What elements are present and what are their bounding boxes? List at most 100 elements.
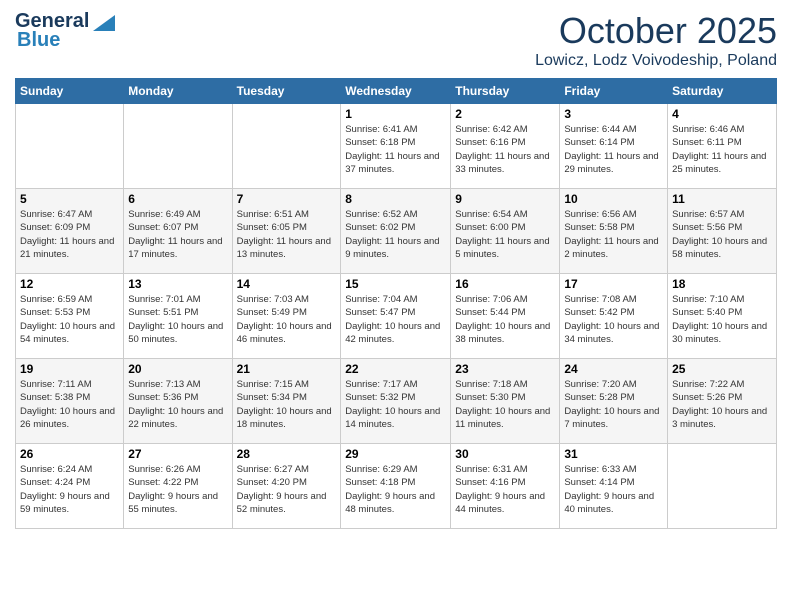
day-number: 15: [345, 277, 446, 291]
day-info: Sunrise: 7:08 AMSunset: 5:42 PMDaylight:…: [564, 293, 663, 346]
day-info: Sunrise: 6:54 AMSunset: 6:00 PMDaylight:…: [455, 208, 555, 261]
day-number: 3: [564, 107, 663, 121]
calendar-cell: 22 Sunrise: 7:17 AMSunset: 5:32 PMDayligh…: [341, 359, 451, 444]
calendar-cell: 12 Sunrise: 6:59 AMSunset: 5:53 PMDayligh…: [16, 274, 124, 359]
col-friday: Friday: [560, 79, 668, 104]
day-number: 8: [345, 192, 446, 206]
day-info: Sunrise: 6:26 AMSunset: 4:22 PMDaylight:…: [128, 463, 227, 516]
calendar-cell: 9 Sunrise: 6:54 AMSunset: 6:00 PMDaylight…: [451, 189, 560, 274]
calendar-week-row: 26Sunrise: 6:24 AMSunset: 4:24 PMDayligh…: [16, 444, 777, 529]
day-info: Sunrise: 7:03 AMSunset: 5:49 PMDaylight:…: [237, 293, 337, 346]
col-sunday: Sunday: [16, 79, 124, 104]
calendar-cell: 4 Sunrise: 6:46 AMSunset: 6:11 PMDaylight…: [668, 104, 777, 189]
day-info: Sunrise: 6:42 AMSunset: 6:16 PMDaylight:…: [455, 123, 555, 176]
day-number: 22: [345, 362, 446, 376]
calendar-cell: 18 Sunrise: 7:10 AMSunset: 5:40 PMDayligh…: [668, 274, 777, 359]
day-number: 2: [455, 107, 555, 121]
day-info: Sunrise: 7:04 AMSunset: 5:47 PMDaylight:…: [345, 293, 446, 346]
calendar-cell: 13 Sunrise: 7:01 AMSunset: 5:51 PMDayligh…: [124, 274, 232, 359]
day-info: Sunrise: 7:01 AMSunset: 5:51 PMDaylight:…: [128, 293, 227, 346]
logo: General Blue: [15, 10, 115, 52]
calendar-cell: 17Sunrise: 7:08 AMSunset: 5:42 PMDayligh…: [560, 274, 668, 359]
day-number: 18: [672, 277, 772, 291]
page: General Blue October 2025 Lowicz, Lodz V…: [0, 0, 792, 612]
calendar-cell: 28 Sunrise: 6:27 AMSunset: 4:20 PMDayligh…: [232, 444, 341, 529]
day-number: 13: [128, 277, 227, 291]
day-number: 11: [672, 192, 772, 206]
calendar-cell: 24Sunrise: 7:20 AMSunset: 5:28 PMDayligh…: [560, 359, 668, 444]
day-info: Sunrise: 6:41 AMSunset: 6:18 PMDaylight:…: [345, 123, 446, 176]
calendar-cell: 23 Sunrise: 7:18 AMSunset: 5:30 PMDayligh…: [451, 359, 560, 444]
calendar-cell: 20 Sunrise: 7:13 AMSunset: 5:36 PMDayligh…: [124, 359, 232, 444]
col-saturday: Saturday: [668, 79, 777, 104]
calendar-cell: 15 Sunrise: 7:04 AMSunset: 5:47 PMDayligh…: [341, 274, 451, 359]
day-number: 19: [20, 362, 119, 376]
logo-blue: Blue: [17, 29, 115, 52]
day-number: 5: [20, 192, 119, 206]
day-info: Sunrise: 6:57 AMSunset: 5:56 PMDaylight:…: [672, 208, 772, 261]
location: Lowicz, Lodz Voivodeship, Poland: [535, 52, 777, 70]
day-number: 4: [672, 107, 772, 121]
day-info: Sunrise: 6:59 AMSunset: 5:53 PMDaylight:…: [20, 293, 119, 346]
calendar-cell: 11 Sunrise: 6:57 AMSunset: 5:56 PMDayligh…: [668, 189, 777, 274]
calendar-cell: 2 Sunrise: 6:42 AMSunset: 6:16 PMDaylight…: [451, 104, 560, 189]
calendar-cell: 29Sunrise: 6:29 AMSunset: 4:18 PMDayligh…: [341, 444, 451, 529]
day-number: 20: [128, 362, 227, 376]
calendar-cell: 27 Sunrise: 6:26 AMSunset: 4:22 PMDayligh…: [124, 444, 232, 529]
day-info: Sunrise: 7:13 AMSunset: 5:36 PMDaylight:…: [128, 378, 227, 431]
calendar-week-row: 5 Sunrise: 6:47 AMSunset: 6:09 PMDaylight…: [16, 189, 777, 274]
calendar-cell: 7 Sunrise: 6:51 AMSunset: 6:05 PMDaylight…: [232, 189, 341, 274]
day-number: 21: [237, 362, 337, 376]
day-number: 12: [20, 277, 119, 291]
day-info: Sunrise: 7:18 AMSunset: 5:30 PMDaylight:…: [455, 378, 555, 431]
calendar-cell: 19 Sunrise: 7:11 AMSunset: 5:38 PMDayligh…: [16, 359, 124, 444]
calendar-cell: 26Sunrise: 6:24 AMSunset: 4:24 PMDayligh…: [16, 444, 124, 529]
day-info: Sunrise: 6:49 AMSunset: 6:07 PMDaylight:…: [128, 208, 227, 261]
day-info: Sunrise: 7:11 AMSunset: 5:38 PMDaylight:…: [20, 378, 119, 431]
day-info: Sunrise: 6:51 AMSunset: 6:05 PMDaylight:…: [237, 208, 337, 261]
day-number: 14: [237, 277, 337, 291]
day-number: 28: [237, 447, 337, 461]
day-number: 16: [455, 277, 555, 291]
calendar-cell: 5 Sunrise: 6:47 AMSunset: 6:09 PMDaylight…: [16, 189, 124, 274]
day-number: 27: [128, 447, 227, 461]
day-number: 30: [455, 447, 555, 461]
col-thursday: Thursday: [451, 79, 560, 104]
day-info: Sunrise: 6:56 AMSunset: 5:58 PMDaylight:…: [564, 208, 663, 261]
col-wednesday: Wednesday: [341, 79, 451, 104]
calendar-cell: 14 Sunrise: 7:03 AMSunset: 5:49 PMDayligh…: [232, 274, 341, 359]
day-info: Sunrise: 6:27 AMSunset: 4:20 PMDaylight:…: [237, 463, 337, 516]
day-info: Sunrise: 7:10 AMSunset: 5:40 PMDaylight:…: [672, 293, 772, 346]
day-info: Sunrise: 6:47 AMSunset: 6:09 PMDaylight:…: [20, 208, 119, 261]
calendar-cell: 3Sunrise: 6:44 AMSunset: 6:14 PMDaylight…: [560, 104, 668, 189]
day-info: Sunrise: 6:46 AMSunset: 6:11 PMDaylight:…: [672, 123, 772, 176]
calendar-cell: [232, 104, 341, 189]
calendar-body: 1Sunrise: 6:41 AMSunset: 6:18 PMDaylight…: [16, 104, 777, 529]
calendar-cell: 6 Sunrise: 6:49 AMSunset: 6:07 PMDaylight…: [124, 189, 232, 274]
day-number: 9: [455, 192, 555, 206]
day-number: 23: [455, 362, 555, 376]
calendar-cell: 1Sunrise: 6:41 AMSunset: 6:18 PMDaylight…: [341, 104, 451, 189]
calendar-week-row: 1Sunrise: 6:41 AMSunset: 6:18 PMDaylight…: [16, 104, 777, 189]
calendar-cell: [668, 444, 777, 529]
calendar-week-row: 19 Sunrise: 7:11 AMSunset: 5:38 PMDayligh…: [16, 359, 777, 444]
day-info: Sunrise: 7:17 AMSunset: 5:32 PMDaylight:…: [345, 378, 446, 431]
day-info: Sunrise: 7:15 AMSunset: 5:34 PMDaylight:…: [237, 378, 337, 431]
calendar-cell: 31Sunrise: 6:33 AMSunset: 4:14 PMDayligh…: [560, 444, 668, 529]
day-number: 7: [237, 192, 337, 206]
title-section: October 2025 Lowicz, Lodz Voivodeship, P…: [535, 10, 777, 70]
day-number: 6: [128, 192, 227, 206]
day-info: Sunrise: 6:52 AMSunset: 6:02 PMDaylight:…: [345, 208, 446, 261]
day-info: Sunrise: 7:22 AMSunset: 5:26 PMDaylight:…: [672, 378, 772, 431]
day-info: Sunrise: 6:33 AMSunset: 4:14 PMDaylight:…: [564, 463, 663, 516]
day-info: Sunrise: 6:31 AMSunset: 4:16 PMDaylight:…: [455, 463, 555, 516]
calendar-cell: 16 Sunrise: 7:06 AMSunset: 5:44 PMDayligh…: [451, 274, 560, 359]
col-tuesday: Tuesday: [232, 79, 341, 104]
day-number: 10: [564, 192, 663, 206]
calendar-week-row: 12 Sunrise: 6:59 AMSunset: 5:53 PMDayligh…: [16, 274, 777, 359]
col-monday: Monday: [124, 79, 232, 104]
header-row: Sunday Monday Tuesday Wednesday Thursday…: [16, 79, 777, 104]
day-info: Sunrise: 7:06 AMSunset: 5:44 PMDaylight:…: [455, 293, 555, 346]
calendar-cell: 21 Sunrise: 7:15 AMSunset: 5:34 PMDayligh…: [232, 359, 341, 444]
calendar-cell: [16, 104, 124, 189]
